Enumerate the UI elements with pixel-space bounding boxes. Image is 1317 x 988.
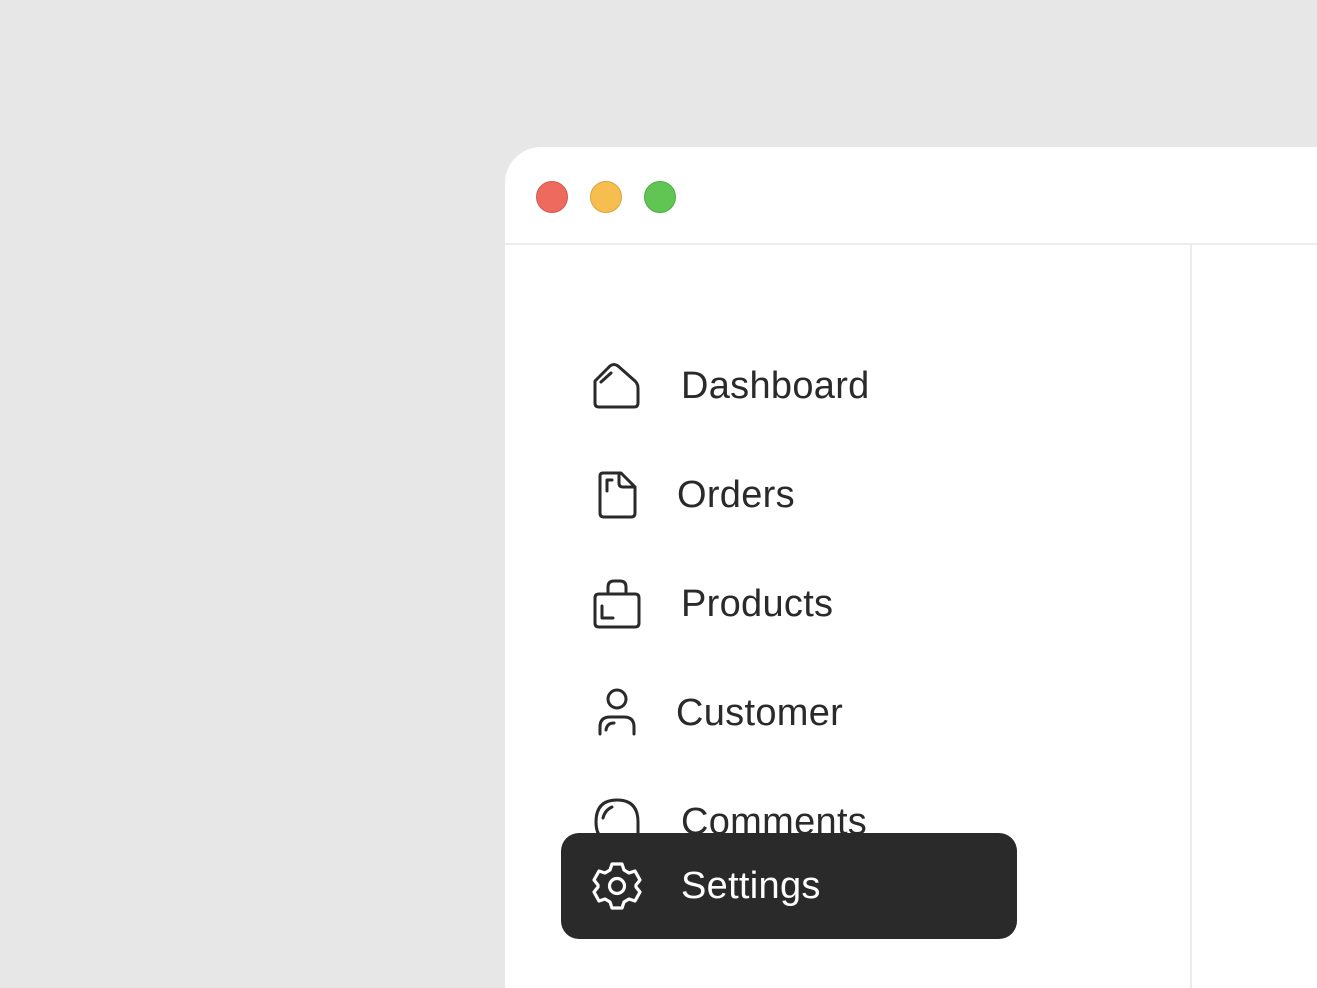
sidebar: Dashboard Orders Products Customer Comme… (505, 245, 1192, 988)
sidebar-item-dashboard[interactable]: Dashboard (561, 333, 1017, 439)
sidebar-item-products[interactable]: Products (561, 551, 1017, 657)
minimize-window-button[interactable] (590, 181, 622, 213)
maximize-window-button[interactable] (644, 181, 676, 213)
shopping-bag-icon (591, 578, 643, 630)
gear-icon (591, 860, 643, 912)
user-icon (591, 687, 643, 739)
title-bar (505, 147, 1317, 245)
home-icon (591, 360, 643, 412)
sidebar-item-label: Orders (677, 474, 795, 516)
main-content (1192, 245, 1317, 988)
sidebar-item-orders[interactable]: Orders (561, 442, 1017, 548)
sidebar-item-label: Products (681, 583, 834, 625)
app-window: Dashboard Orders Products Customer Comme… (505, 147, 1317, 988)
sidebar-item-label: Settings (681, 865, 821, 907)
sidebar-item-label: Dashboard (681, 365, 870, 407)
document-icon (591, 469, 643, 521)
close-window-button[interactable] (536, 181, 568, 213)
sidebar-item-settings[interactable]: Settings (561, 833, 1017, 939)
sidebar-item-label: Customer (676, 692, 844, 734)
sidebar-item-customer[interactable]: Customer (561, 660, 1017, 766)
